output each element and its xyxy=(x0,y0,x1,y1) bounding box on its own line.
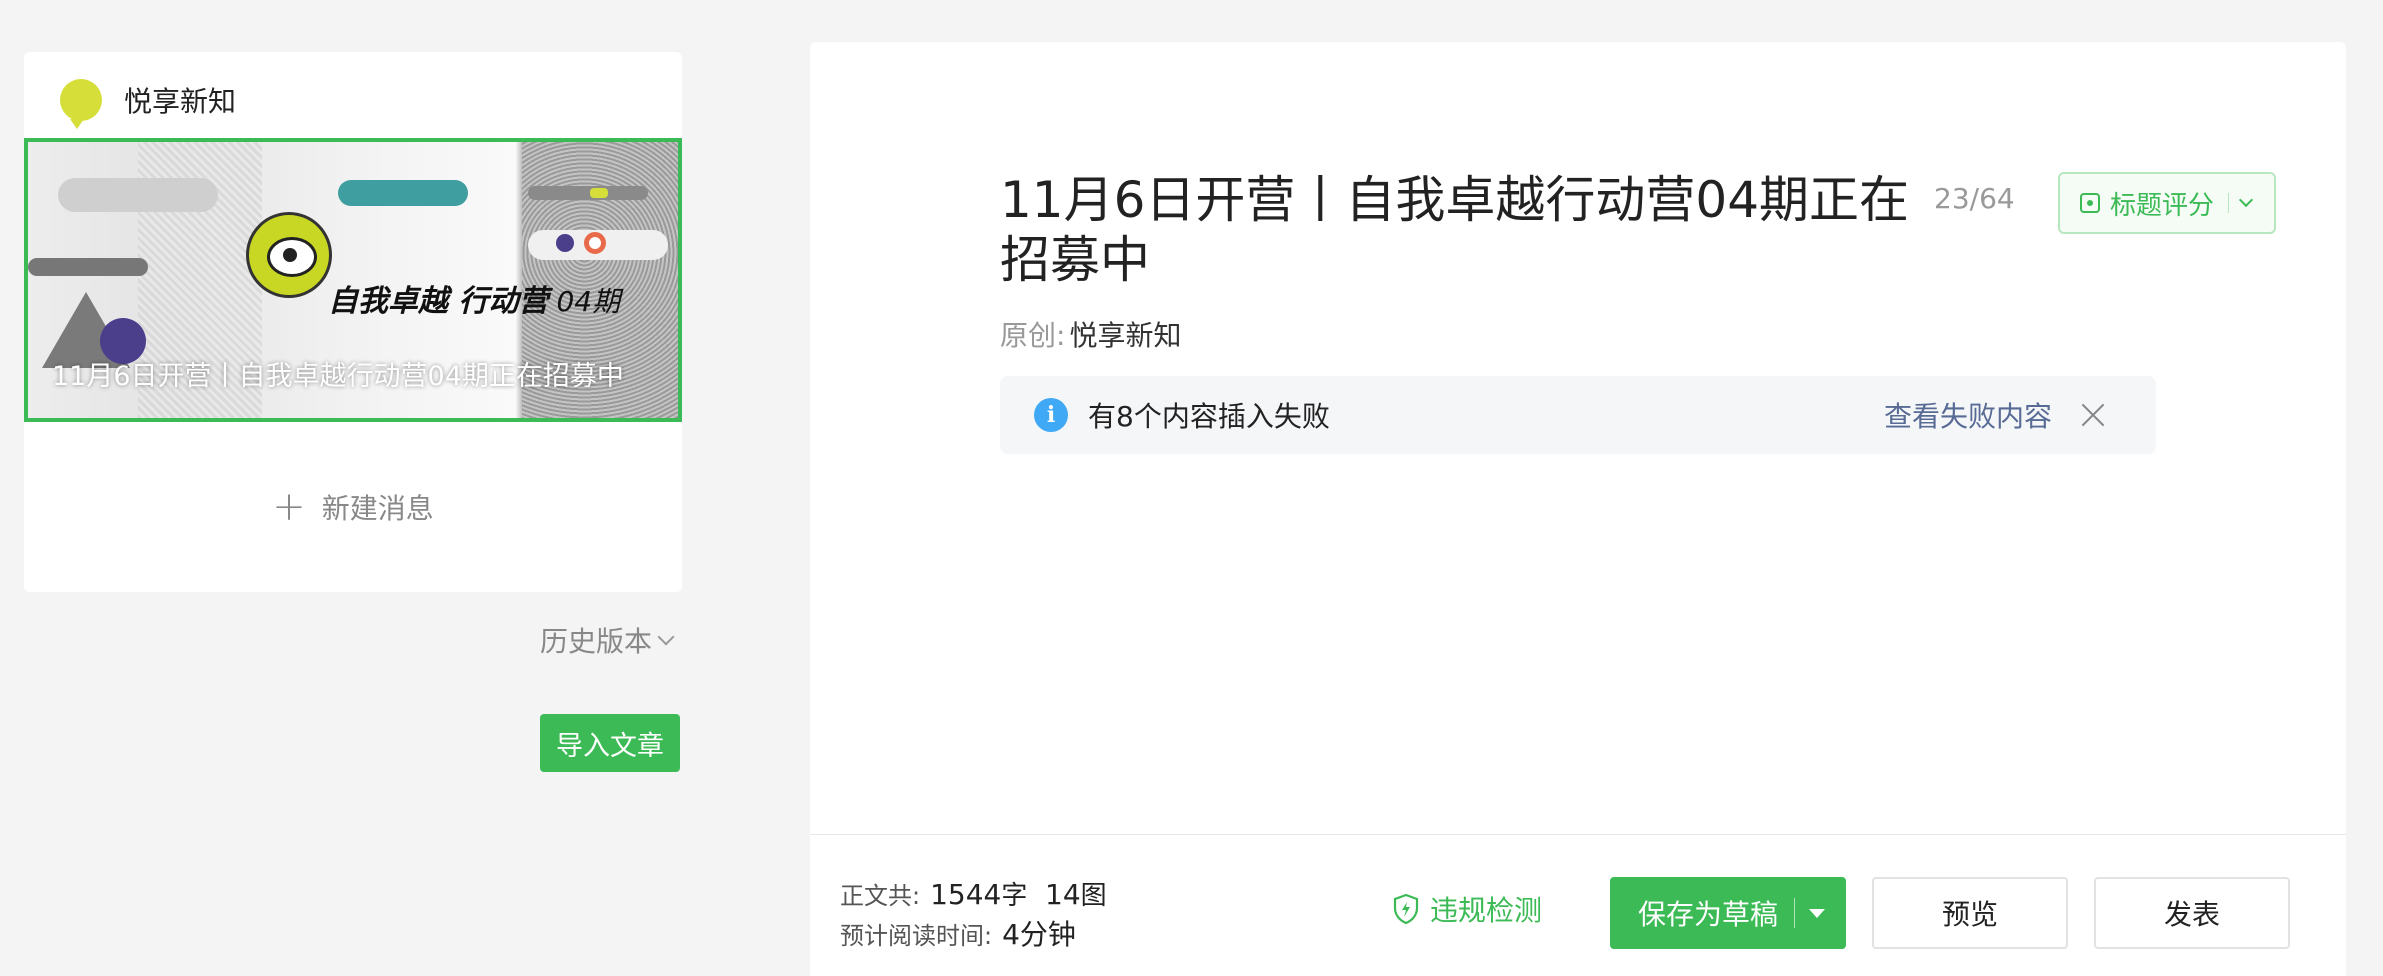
divider xyxy=(1794,898,1796,928)
article-title-input[interactable]: 11月6日开营丨自我卓越行动营04期正在招募中 xyxy=(1000,170,1920,290)
cover-art-title: 自我卓越 行动营 04期 xyxy=(328,276,620,320)
title-score-label: 标题评分 xyxy=(2110,190,2215,221)
caret-down-icon[interactable] xyxy=(1809,908,1826,918)
chevron-down-icon[interactable] xyxy=(2238,192,2254,208)
author-name: 悦享新知 xyxy=(1069,319,1182,352)
cover-decoration xyxy=(590,188,608,198)
account-name: 悦享新知 xyxy=(124,85,237,118)
title-score-button[interactable]: 标题评分 xyxy=(2058,172,2276,234)
violation-check-button[interactable]: 违规检测 xyxy=(1392,889,1542,929)
cover-decoration xyxy=(28,258,148,276)
plus-icon: + xyxy=(272,484,306,530)
body-total-label: 正文共: xyxy=(840,882,921,910)
history-version-dropdown[interactable]: 历史版本 xyxy=(540,620,675,660)
cover-art-title-sub: 04期 xyxy=(556,285,621,318)
cover-decoration xyxy=(556,234,574,252)
save-draft-button[interactable]: 保存为草稿 xyxy=(1610,877,1846,949)
word-count-stat: 正文共: 1544字 14图 xyxy=(840,875,1107,912)
import-article-button[interactable]: 导入文章 xyxy=(540,714,680,772)
chevron-down-icon xyxy=(657,628,675,646)
app-root: 悦享新知 自我卓越 行动营 04期 11月6日开营丨自我卓越行动营04期正在招募中… xyxy=(0,0,2383,976)
account-logo xyxy=(60,79,102,129)
cover-decoration xyxy=(338,180,468,206)
author-row[interactable]: 原创: 悦享新知 xyxy=(1000,314,1181,354)
divider xyxy=(2228,193,2230,213)
cover-caption: 11月6日开营丨自我卓越行动营04期正在招募中 xyxy=(52,361,624,392)
new-message-label: 新建消息 xyxy=(321,492,434,525)
read-time-value: 4分钟 xyxy=(1002,918,1076,951)
title-char-count: 23/64 xyxy=(1934,182,2015,215)
preview-button[interactable]: 预览 xyxy=(1872,877,2068,949)
image-count: 14 xyxy=(1045,878,1081,911)
save-draft-label: 保存为草稿 xyxy=(1638,898,1779,931)
close-icon[interactable] xyxy=(2080,402,2106,428)
read-time-stat: 预计阅读时间: 4分钟 xyxy=(840,913,1076,953)
shield-icon xyxy=(1393,893,1419,925)
history-label: 历史版本 xyxy=(540,625,653,658)
read-time-label: 预计阅读时间: xyxy=(840,922,993,950)
char-count: 1544 xyxy=(930,878,1002,911)
notice-message: 有8个内容插入失败 xyxy=(1088,400,1330,433)
cover-eye-globe xyxy=(246,212,332,298)
score-icon xyxy=(2080,193,2100,213)
cover-decoration xyxy=(58,178,218,212)
info-icon: i xyxy=(1034,398,1068,432)
article-cover-card[interactable]: 自我卓越 行动营 04期 11月6日开营丨自我卓越行动营04期正在招募中 xyxy=(24,138,682,422)
cover-decoration xyxy=(584,232,606,254)
bottom-action-bar: 正文共: 1544字 14图 预计阅读时间: 4分钟 违规检测 保存为草稿 预览 发… xyxy=(810,834,2346,976)
image-unit: 图 xyxy=(1080,881,1107,911)
char-unit: 字 xyxy=(1001,881,1028,911)
violation-check-label: 违规检测 xyxy=(1430,894,1543,927)
publish-button[interactable]: 发表 xyxy=(2094,877,2290,949)
view-failed-content-link[interactable]: 查看失败内容 xyxy=(1884,395,2052,435)
author-prefix: 原创: xyxy=(1000,319,1066,352)
article-list-card: 悦享新知 自我卓越 行动营 04期 11月6日开营丨自我卓越行动营04期正在招募中… xyxy=(24,52,682,592)
cover-art-title-main: 自我卓越 行动营 xyxy=(328,284,549,319)
insert-failure-notice: i 有8个内容插入失败 查看失败内容 xyxy=(1000,376,2156,454)
new-message-button[interactable]: + 新建消息 xyxy=(24,482,682,532)
cover-decoration xyxy=(528,186,648,200)
account-row: 悦享新知 xyxy=(60,72,237,129)
